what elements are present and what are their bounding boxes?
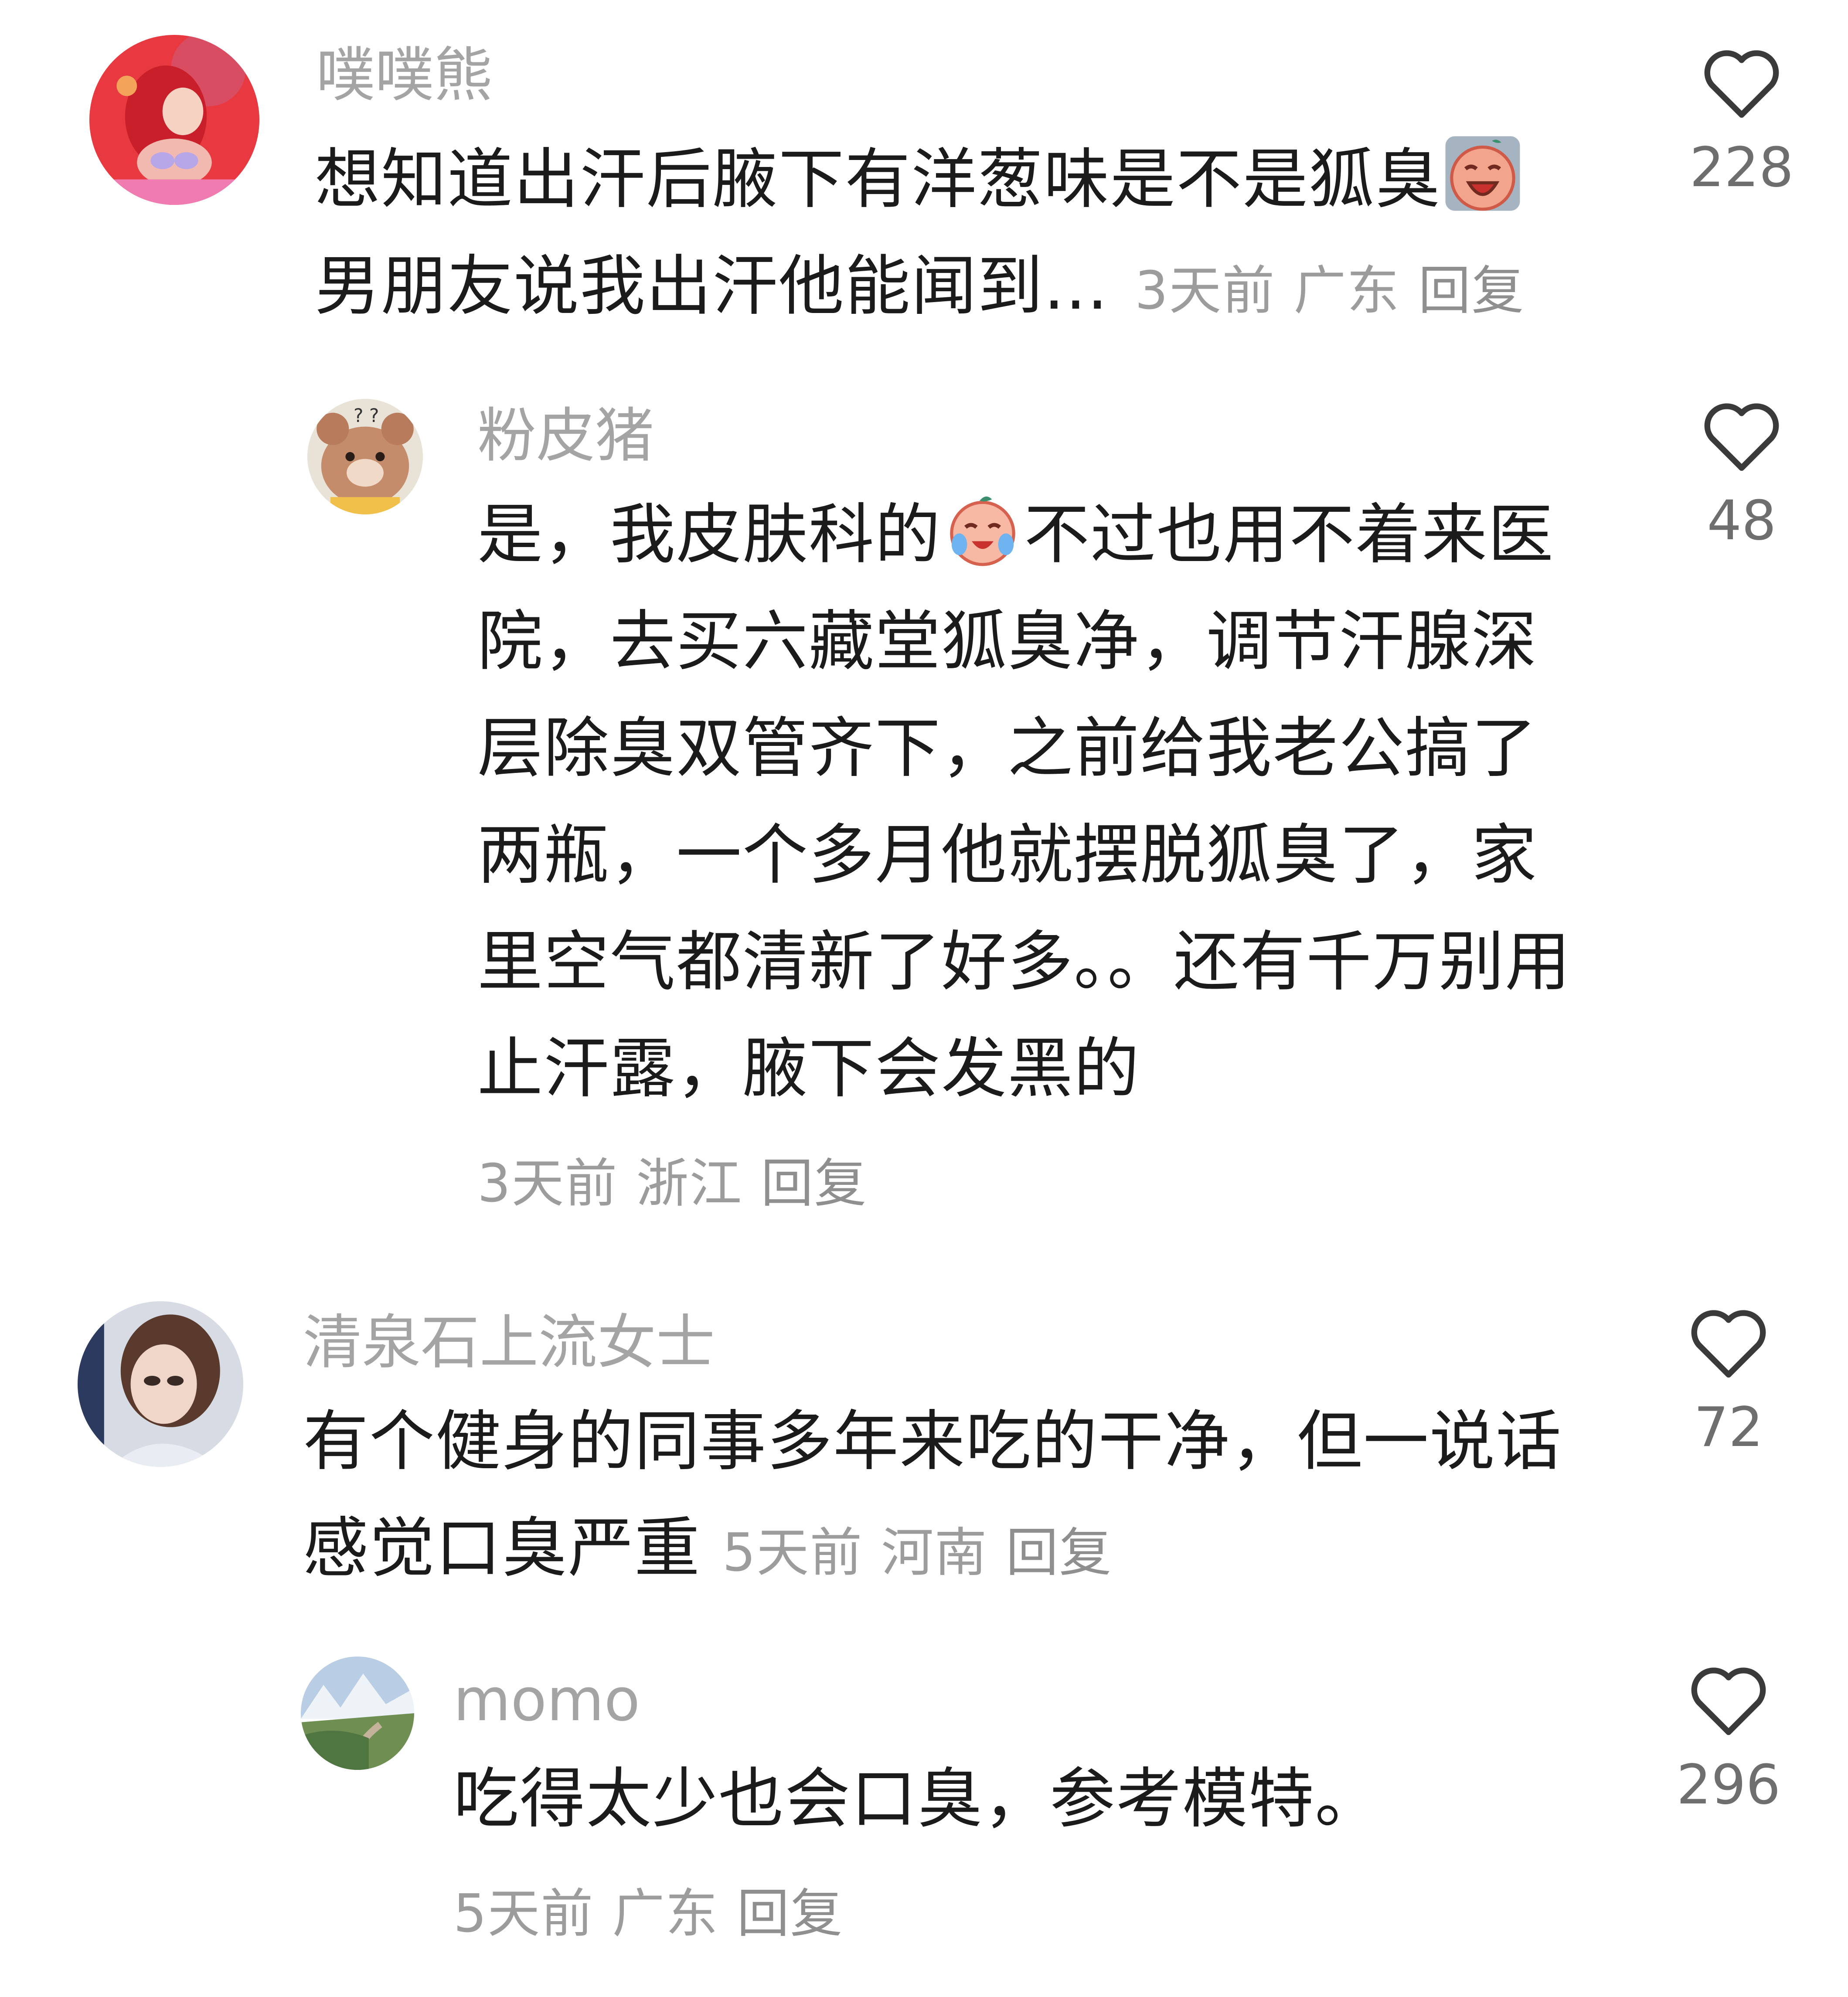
avatar-image: [89, 35, 259, 205]
reply-button[interactable]: 回复: [737, 1884, 843, 1944]
comment-text: 是，我皮肤科的 不过也用不着来医院，去买六藏堂狐臭净，调节汗腺深层除臭双管齐下，…: [477, 482, 1576, 1237]
location: 河南: [881, 1523, 988, 1583]
avatar[interactable]: ? ?: [307, 399, 423, 514]
heart-outline-icon[interactable]: [1700, 397, 1783, 480]
like-button[interactable]: 228: [1685, 44, 1798, 201]
like-button[interactable]: 48: [1685, 397, 1798, 554]
location: 广东: [1293, 261, 1400, 321]
timestamp: 5天前: [453, 1884, 594, 1944]
timestamp: 3天前: [477, 1153, 618, 1214]
reply-button[interactable]: 回复: [761, 1153, 867, 1214]
heart-outline-icon[interactable]: [1687, 1661, 1770, 1744]
like-count: 72: [1694, 1396, 1763, 1459]
heart-outline-icon[interactable]: [1700, 44, 1783, 126]
crying-tears-emoji-icon: [944, 490, 1021, 568]
reply-button[interactable]: 回复: [1418, 261, 1525, 321]
avatar[interactable]: [301, 1657, 414, 1770]
location: 广东: [612, 1884, 719, 1944]
timestamp: 3天前: [1135, 261, 1276, 321]
avatar-image: [301, 1657, 414, 1770]
comment-text-part: 是，我皮肤科的: [477, 497, 942, 573]
username[interactable]: 噗噗熊: [316, 38, 493, 112]
comment-text-part: 不过也用不着来医院，去买六藏堂狐臭净，调节汗腺深层除臭双管齐下，之前给我老公搞了…: [477, 497, 1572, 1107]
avatar-image: [78, 1301, 243, 1467]
svg-text:? ?: ? ?: [354, 405, 379, 426]
crying-face-emoji-icon: [1444, 135, 1521, 212]
like-count: 296: [1676, 1753, 1781, 1817]
comment-text-line: 想知道出汗后腋下有洋葱味是不是狐臭: [315, 142, 1442, 218]
comment-text-part: 吃得太少也会口臭，参考模特。: [453, 1761, 1382, 1837]
username[interactable]: 清泉石上流女士: [303, 1306, 715, 1380]
comment-text: 吃得太少也会口臭，参考模特。 5天前 广东 回复: [453, 1746, 1569, 1967]
comment-text-line: 男朋友说我出汗他能闻到...: [315, 248, 1109, 324]
comment-text: 想知道出汗后腋下有洋葱味是不是狐臭 男朋友说我出汗他能闻到... 3天前 广东 回复: [315, 126, 1579, 344]
like-button[interactable]: 296: [1672, 1661, 1785, 1818]
reply-button[interactable]: 回复: [1006, 1523, 1112, 1583]
heart-outline-icon[interactable]: [1687, 1303, 1770, 1386]
username[interactable]: momo: [453, 1663, 640, 1737]
username[interactable]: 粉皮猪: [477, 399, 654, 473]
avatar[interactable]: [89, 35, 259, 205]
comment-text: 有个健身的同事多年来吃的干净，但一说话感觉口臭严重 5天前 河南 回复: [303, 1388, 1567, 1606]
timestamp: 5天前: [722, 1523, 863, 1583]
avatar-image: ? ?: [307, 399, 423, 514]
location: 浙江: [636, 1153, 743, 1214]
avatar[interactable]: [78, 1301, 243, 1467]
like-count: 228: [1689, 136, 1794, 199]
like-button[interactable]: 72: [1672, 1303, 1785, 1460]
like-count: 48: [1707, 489, 1777, 552]
